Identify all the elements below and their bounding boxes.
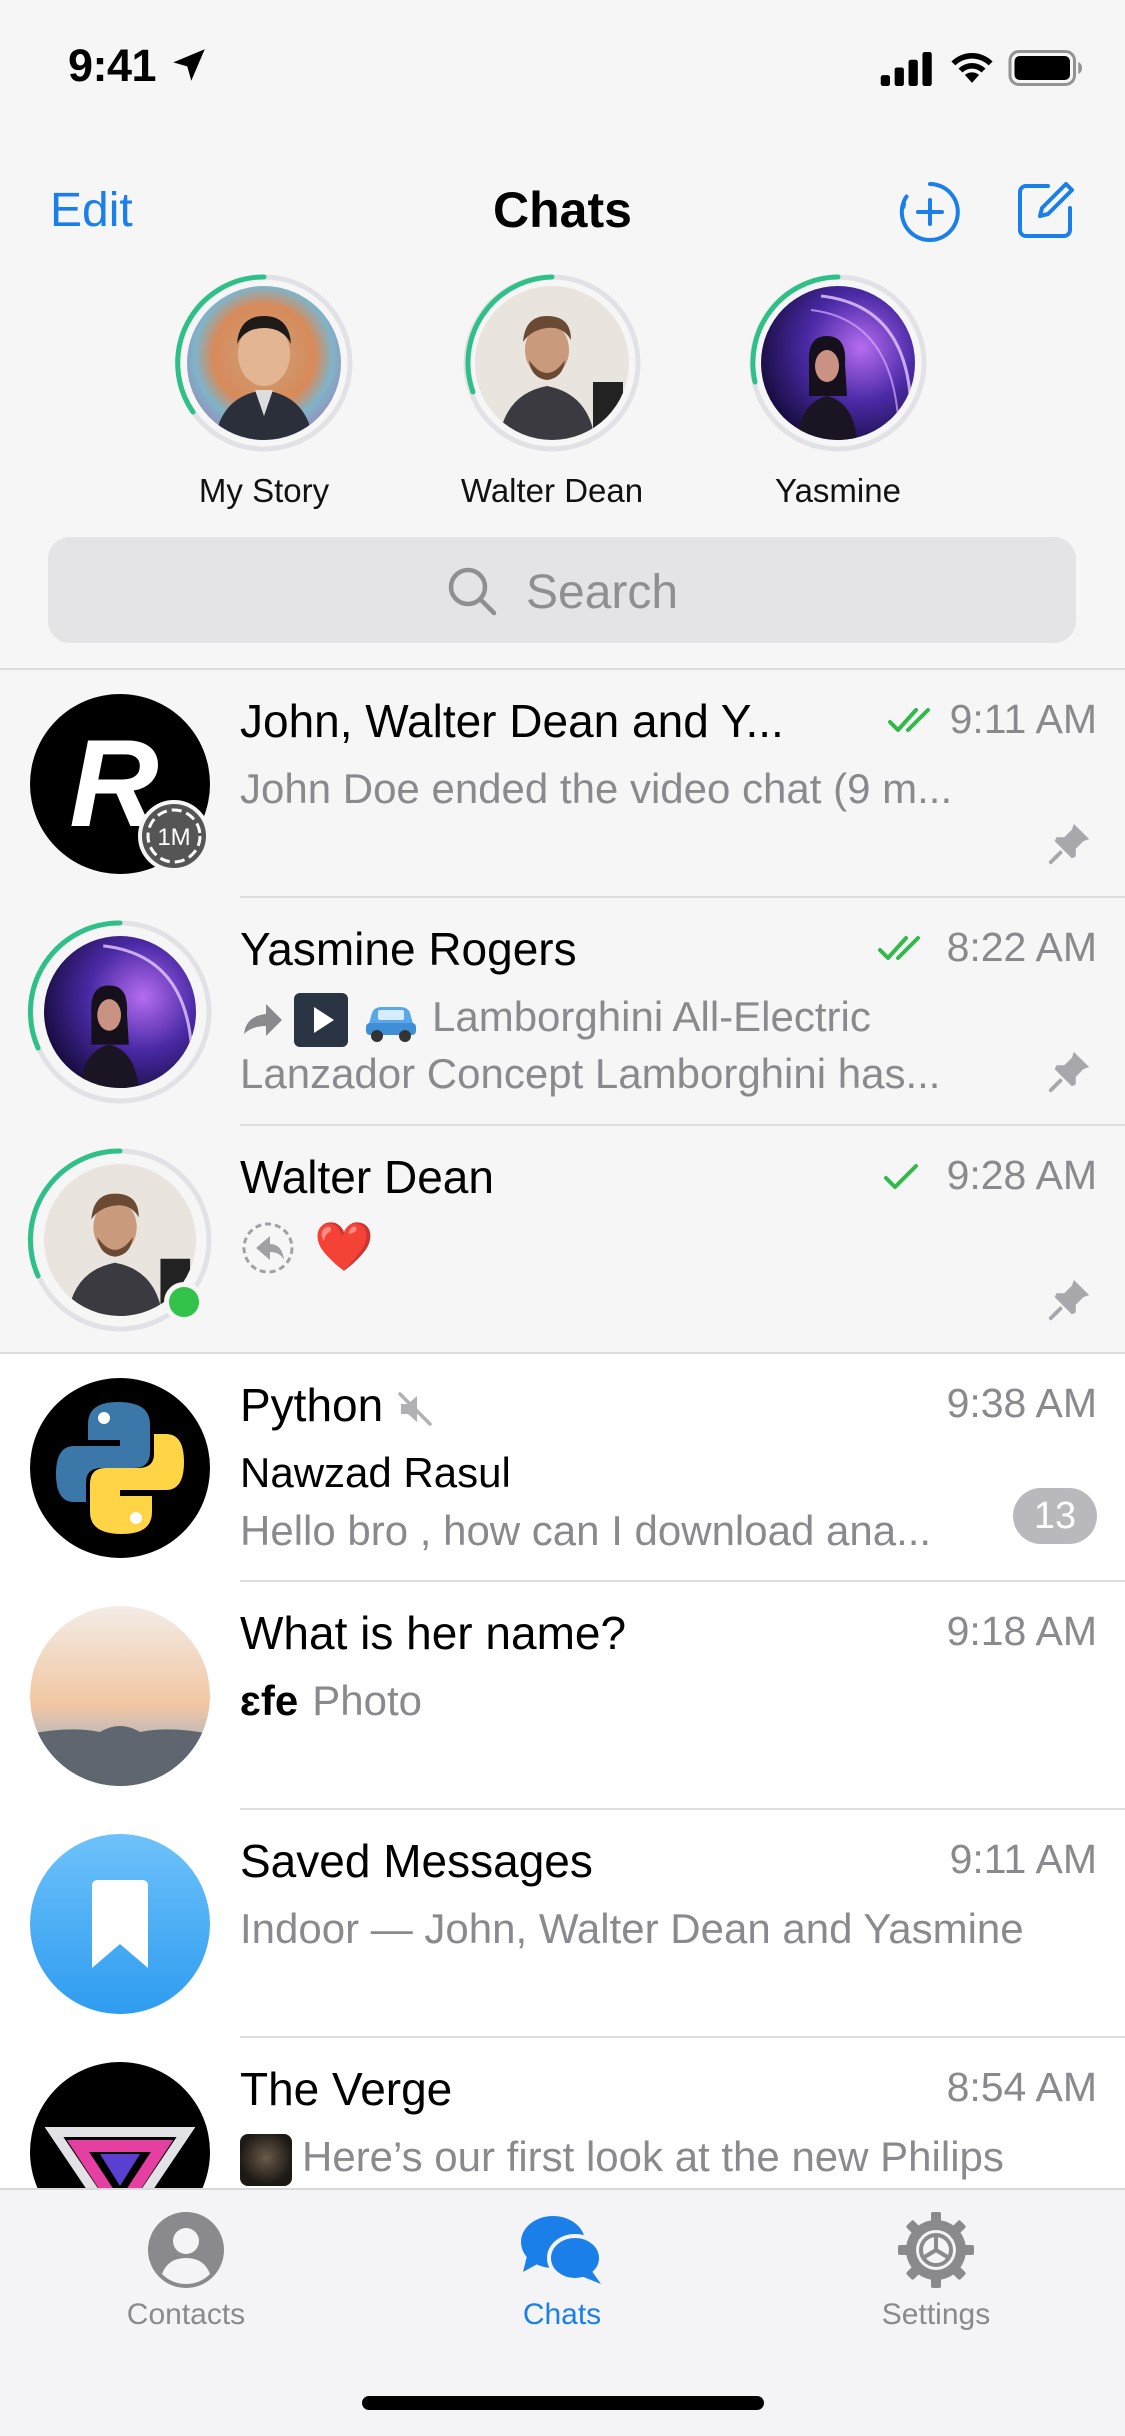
unread-badge: 13 <box>1013 1488 1097 1544</box>
chat-row-what-is-her-name[interactable]: What is her name? 9:18 AM ɛfe Photo <box>0 1582 1125 1810</box>
story-my-story[interactable]: My Story <box>164 272 364 510</box>
location-arrow-icon <box>173 49 205 81</box>
status-bar: 9:41 <box>0 0 1125 140</box>
chat-sender: Nawzad Rasul <box>240 1449 511 1496</box>
search-icon <box>448 567 497 616</box>
chat-preview: ɛfe Photo <box>240 1672 1030 1730</box>
home-indicator <box>362 2396 764 2410</box>
search-input[interactable]: Search <box>48 537 1076 643</box>
chat-preview: Lamborghini All-Electric Lanzador Concep… <box>240 988 1030 1103</box>
chat-row-group[interactable]: R 1M John, Walter Dean and Y... 9:11 AM … <box>0 670 1125 898</box>
search-placeholder: Search <box>526 566 679 619</box>
double-check-icon <box>888 708 930 732</box>
chat-time: 9:11 AM <box>949 696 1097 742</box>
svg-text:1M: 1M <box>157 824 190 851</box>
avatar <box>30 1378 210 1558</box>
pin-icon <box>1048 1051 1090 1093</box>
chat-title: John, Walter Dean and Y... <box>240 695 784 747</box>
forward-arrow-icon <box>244 1003 282 1036</box>
story-name: Walter Dean <box>460 472 644 509</box>
chat-preview-text: Here’s our first look at the new Philips <box>302 2133 1004 2180</box>
tab-label: Chats <box>522 2298 602 2331</box>
cellular-signal-icon <box>880 52 932 86</box>
tab-settings[interactable]: Settings <box>826 2210 1046 2332</box>
chat-preview-line2: Lanzador Concept Lamborghini has... <box>240 1049 941 1097</box>
person-circle-icon <box>148 2212 224 2288</box>
chat-preview: Indoor — John, Walter Dean and Yasmine <box>240 1905 1024 1952</box>
reply-arrow-icon <box>242 1222 294 1274</box>
avatar <box>30 1834 210 2014</box>
chat-bubbles-icon <box>521 2216 603 2284</box>
chat-row-yasmine-rogers[interactable]: Yasmine Rogers 8:22 AM Lamborghini All-E… <box>0 898 1125 1126</box>
chat-preview-text: Photo <box>312 1677 422 1724</box>
muted-speaker-icon <box>398 1392 432 1426</box>
chat-row-saved-messages[interactable]: Saved Messages 9:11 AM Indoor — John, Wa… <box>0 1810 1125 2038</box>
avatar <box>30 1606 210 1786</box>
image-thumbnail <box>240 2133 292 2186</box>
online-indicator <box>164 1282 204 1322</box>
chat-title: Walter Dean <box>240 1151 494 1203</box>
pin-icon <box>1048 823 1090 865</box>
chat-preview-line1: Lamborghini All-Electric <box>432 993 871 1040</box>
battery-icon <box>1008 50 1082 86</box>
chat-time: 9:11 AM <box>949 1836 1097 1882</box>
chat-preview-text: Hello bro , how can I download ana... <box>240 1507 932 1554</box>
chat-title: Saved Messages <box>240 1835 593 1887</box>
tab-label: Settings <box>881 2298 991 2331</box>
car-icon <box>366 1006 416 1042</box>
check-icon <box>884 1164 918 1189</box>
tab-chats[interactable]: Chats <box>452 2210 672 2332</box>
chat-time: 9:38 AM <box>946 1380 1097 1426</box>
chat-row-walter-dean[interactable]: Walter Dean 9:28 AM ❤️ <box>0 1126 1125 1354</box>
status-time: 9:41 <box>68 40 157 91</box>
avatar <box>475 286 629 440</box>
chat-preview: Nawzad Rasul Hello bro , how can I downl… <box>240 1444 1000 1560</box>
tab-contacts[interactable]: Contacts <box>76 2210 296 2332</box>
chat-title-text: Python <box>240 1379 384 1431</box>
tab-label: Contacts <box>126 2298 246 2331</box>
chat-title: The Verge <box>240 2063 453 2115</box>
chat-title: Python <box>240 1378 800 1432</box>
chat-title: What is her name? <box>240 1607 627 1659</box>
chat-preview: Here’s our first look at the new Philips <box>240 2128 1090 2186</box>
photo-thumbnail-text: ɛfe <box>240 1677 299 1724</box>
story-name: My Story <box>198 472 330 509</box>
story-name: Yasmine <box>775 472 901 509</box>
wifi-icon <box>951 53 993 83</box>
heart-emoji: ❤️ <box>314 1220 374 1274</box>
gear-icon <box>898 2212 974 2288</box>
chat-time: 9:28 AM <box>946 1152 1097 1198</box>
avatar <box>44 936 196 1088</box>
pin-icon <box>1048 1279 1090 1321</box>
chat-time: 9:18 AM <box>946 1608 1097 1654</box>
chat-time: 8:22 AM <box>946 924 1097 970</box>
chat-title: Yasmine Rogers <box>240 923 577 975</box>
video-chat-badge-icon: 1M <box>138 800 210 872</box>
double-check-icon <box>878 936 920 960</box>
avatar <box>761 286 915 440</box>
chat-row-python[interactable]: Python 9:38 AM Nawzad Rasul Hello bro , … <box>0 1354 1125 1582</box>
story-yasmine[interactable]: Yasmine <box>738 272 938 510</box>
avatar <box>187 286 341 440</box>
add-story-icon[interactable] <box>898 180 962 244</box>
video-thumbnail-icon <box>294 992 348 1047</box>
chat-time: 8:54 AM <box>946 2064 1097 2110</box>
bookmark-icon <box>92 1880 148 1968</box>
chat-preview: ❤️ <box>240 1216 1030 1277</box>
chat-preview: John Doe ended the video chat (9 m... <box>240 765 953 812</box>
story-walter-dean[interactable]: Walter Dean <box>452 272 652 510</box>
compose-icon[interactable] <box>1014 178 1078 242</box>
